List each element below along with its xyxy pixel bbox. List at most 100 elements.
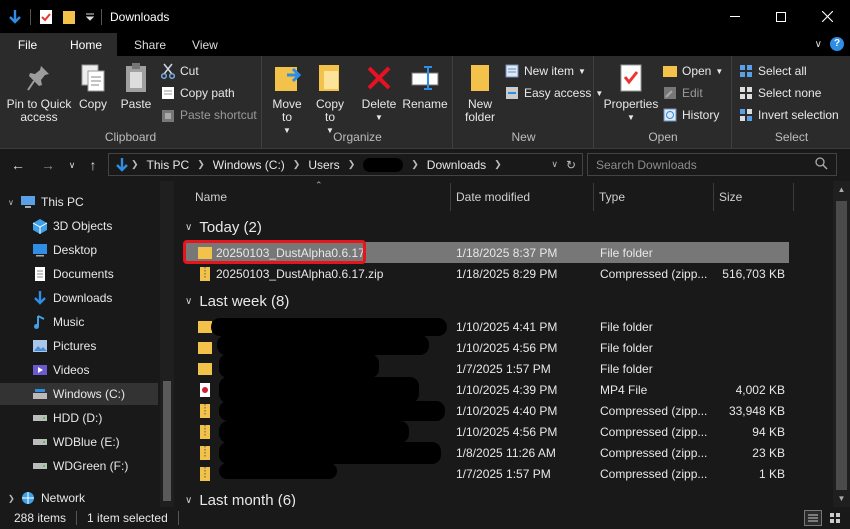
large-icons-view-icon[interactable] bbox=[826, 510, 844, 526]
paste-button[interactable]: Paste bbox=[118, 62, 154, 111]
column-header-type[interactable]: Type bbox=[593, 181, 713, 213]
down-arrow-icon[interactable] bbox=[6, 8, 24, 26]
cut-label: Cut bbox=[180, 64, 199, 78]
paste-shortcut-label: Paste shortcut bbox=[180, 108, 257, 122]
select-none-button[interactable]: Select none bbox=[738, 83, 821, 103]
edit-icon bbox=[662, 85, 678, 101]
column-header-date[interactable]: Date modified bbox=[450, 181, 593, 213]
nav-scrollbar[interactable] bbox=[160, 181, 174, 507]
copy-button[interactable]: Copy bbox=[76, 62, 110, 111]
content-scrollbar[interactable]: ▲ ▼ bbox=[833, 181, 850, 507]
file-size: 516,703 KB bbox=[722, 266, 785, 281]
up-arrow-icon[interactable]: ↑ bbox=[85, 157, 101, 173]
properties-icon[interactable] bbox=[37, 8, 55, 26]
nav-item-this-pc[interactable]: ∨ This PC bbox=[0, 191, 158, 213]
forward-arrow-icon[interactable]: → bbox=[40, 157, 56, 173]
move-to-button[interactable]: Move to ▼ bbox=[269, 62, 305, 137]
tab-file[interactable]: File bbox=[0, 33, 55, 56]
expand-chevron-icon[interactable]: ❯ bbox=[8, 494, 20, 503]
nav-item-music[interactable]: Music bbox=[0, 311, 158, 333]
file-row-today-2[interactable]: 20250103_DustAlpha0.6.17.zip 1/18/2025 8… bbox=[185, 263, 789, 284]
breadcrumb-downloads[interactable]: Downloads bbox=[427, 158, 486, 172]
organize-group-label: Organize bbox=[333, 130, 382, 144]
new-folder-button[interactable]: New folder bbox=[458, 62, 502, 124]
redaction-mark bbox=[219, 401, 445, 421]
redaction-mark bbox=[219, 442, 441, 464]
file-type: File folder bbox=[600, 319, 653, 334]
nav-item-network[interactable]: ❯ Network bbox=[0, 487, 158, 509]
file-date: 1/7/2025 1:57 PM bbox=[456, 466, 551, 481]
history-button[interactable]: History bbox=[662, 105, 719, 125]
search-input[interactable]: Search Downloads bbox=[587, 153, 837, 176]
scroll-up-icon[interactable]: ▲ bbox=[833, 181, 850, 198]
properties-label: Properties bbox=[603, 97, 659, 111]
history-icon bbox=[662, 107, 678, 123]
redaction-mark bbox=[219, 421, 409, 443]
maximize-button[interactable] bbox=[758, 0, 804, 33]
minimize-button[interactable] bbox=[712, 0, 758, 33]
new-item-button[interactable]: New item ▼ bbox=[504, 61, 586, 81]
delete-button[interactable]: Delete ▼ bbox=[359, 62, 399, 124]
paste-shortcut-button[interactable]: Paste shortcut bbox=[160, 105, 257, 125]
nav-item-3d-objects[interactable]: 3D Objects bbox=[0, 215, 158, 237]
back-arrow-icon[interactable]: ← bbox=[10, 157, 26, 173]
expand-chevron-icon[interactable]: ∨ bbox=[8, 198, 20, 207]
copy-to-button[interactable]: Copy to ▼ bbox=[312, 62, 348, 137]
nav-item-hdd-d[interactable]: HDD (D:) bbox=[0, 407, 158, 429]
customize-dropdown-icon[interactable] bbox=[85, 8, 95, 26]
copy-path-button[interactable]: Copy path bbox=[160, 83, 235, 103]
scissors-icon bbox=[160, 63, 176, 79]
help-icon[interactable]: ? bbox=[830, 37, 844, 51]
tab-view[interactable]: View bbox=[179, 33, 231, 56]
address-dropdown-icon[interactable]: ∨ bbox=[551, 159, 558, 170]
tab-share[interactable]: Share bbox=[121, 33, 179, 56]
nav-item-windows-c[interactable]: Windows (C:) bbox=[0, 383, 158, 405]
divider bbox=[76, 511, 78, 525]
pin-to-quick-access-button[interactable]: Pin to Quick access bbox=[4, 62, 74, 124]
divider bbox=[177, 511, 179, 525]
rename-button[interactable]: Rename bbox=[402, 62, 448, 111]
column-header-size[interactable]: Size bbox=[713, 181, 793, 213]
address-row: ← → ∨ ↑ ❯ This PC ❯ Windows (C:) ❯ Users… bbox=[0, 149, 850, 181]
select-all-button[interactable]: Select all bbox=[738, 61, 807, 81]
new-folder-icon[interactable] bbox=[61, 8, 79, 26]
copy-to-label: Copy to bbox=[315, 97, 344, 124]
nav-item-desktop[interactable]: Desktop bbox=[0, 239, 158, 261]
column-divider[interactable] bbox=[793, 183, 794, 211]
nav-scrollbar-thumb[interactable] bbox=[163, 381, 171, 501]
group-header-last-month[interactable]: ∨ Last month (6) bbox=[185, 489, 296, 508]
breadcrumb-this-pc[interactable]: This PC bbox=[147, 158, 190, 172]
redaction-mark bbox=[217, 335, 429, 355]
nav-item-documents[interactable]: Documents bbox=[0, 263, 158, 285]
quick-access-toolbar: Downloads bbox=[0, 0, 169, 33]
edit-button[interactable]: Edit bbox=[662, 83, 703, 103]
address-bar[interactable]: ❯ This PC ❯ Windows (C:) ❯ Users ❯ ❯ Dow… bbox=[108, 153, 583, 176]
scrollbar-thumb[interactable] bbox=[836, 201, 847, 490]
group-header-last-week[interactable]: ∨ Last week (8) bbox=[185, 290, 289, 312]
select-all-icon bbox=[738, 63, 754, 79]
breadcrumb-windows-c[interactable]: Windows (C:) bbox=[213, 158, 285, 172]
nav-item-wdblue-e[interactable]: WDBlue (E:) bbox=[0, 431, 158, 453]
group-header-today[interactable]: ∨ Today (2) bbox=[185, 216, 262, 238]
recent-locations-chevron-icon[interactable]: ∨ bbox=[64, 157, 80, 173]
cube-icon bbox=[32, 218, 48, 234]
open-button[interactable]: Open ▼ bbox=[662, 61, 723, 81]
nav-item-downloads[interactable]: Downloads bbox=[0, 287, 158, 309]
scroll-down-icon[interactable]: ▼ bbox=[833, 490, 850, 507]
invert-selection-button[interactable]: Invert selection bbox=[738, 105, 839, 125]
refresh-icon[interactable]: ↻ bbox=[566, 158, 576, 172]
details-view-icon[interactable] bbox=[804, 510, 822, 526]
nav-item-wdgreen-f[interactable]: WDGreen (F:) bbox=[0, 455, 158, 477]
properties-button[interactable]: Properties ▼ bbox=[601, 62, 661, 124]
nav-item-label: WDGreen (F:) bbox=[53, 459, 129, 473]
cut-button[interactable]: Cut bbox=[160, 61, 199, 81]
nav-item-videos[interactable]: Videos bbox=[0, 359, 158, 381]
nav-item-pictures[interactable]: Pictures bbox=[0, 335, 158, 357]
tab-home[interactable]: Home bbox=[55, 33, 117, 56]
column-header-name[interactable]: Name bbox=[189, 181, 451, 213]
file-date: 1/7/2025 1:57 PM bbox=[456, 361, 551, 376]
close-button[interactable] bbox=[804, 0, 850, 33]
breadcrumb-users[interactable]: Users bbox=[308, 158, 339, 172]
chevron-down-icon[interactable]: ∨ bbox=[815, 39, 822, 50]
easy-access-button[interactable]: Easy access ▼ bbox=[504, 83, 603, 103]
